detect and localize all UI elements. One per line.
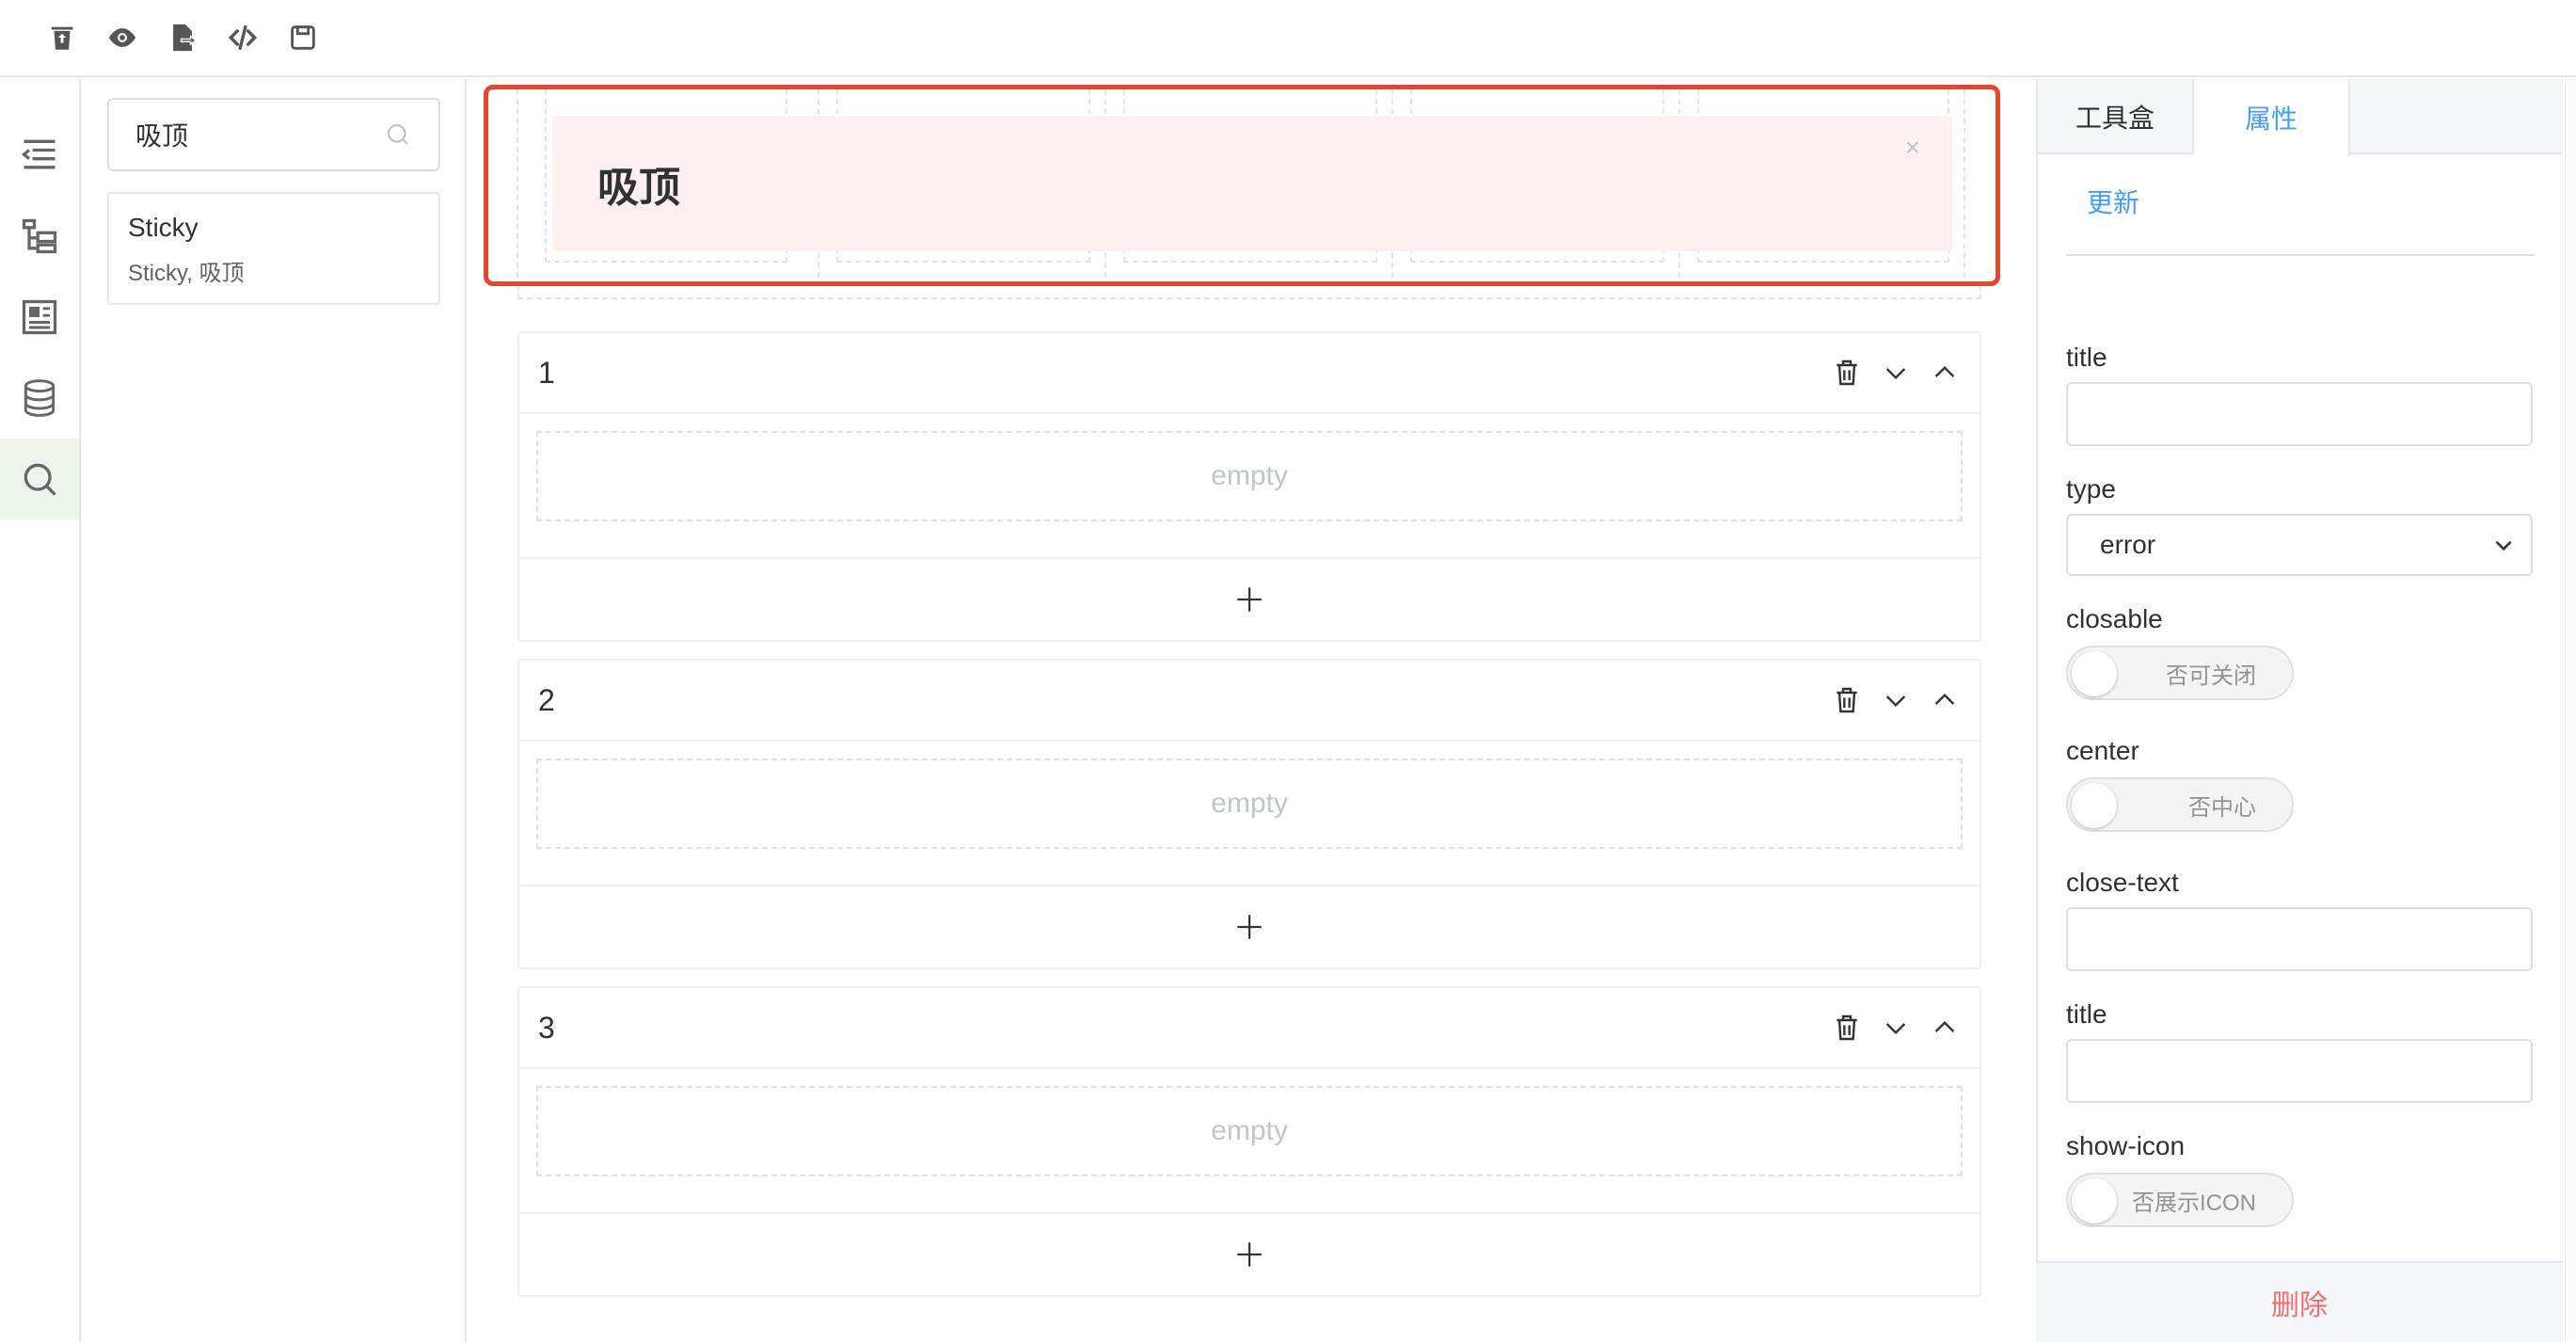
chevron-down-icon[interactable] [1880, 684, 1912, 716]
clear-icon[interactable] [45, 21, 79, 55]
field-label-close-text: close-text [2066, 868, 2179, 897]
component-title: Sticky [128, 213, 199, 242]
chevron-down-icon [2495, 540, 2512, 551]
search-value[interactable]: 吸顶 [135, 116, 188, 153]
delete-icon[interactable] [1831, 684, 1863, 716]
section-actions [1831, 357, 1961, 389]
toggle-knob [2072, 1178, 2117, 1223]
top-toolbar [0, 0, 2576, 77]
closable-toggle-text: 否可关闭 [2166, 663, 2256, 689]
code-icon[interactable] [226, 21, 260, 55]
chevron-down-icon[interactable] [1880, 1012, 1912, 1044]
section-body: empty [519, 414, 1980, 559]
section-header: 3 [519, 988, 1980, 1069]
toggle-knob [2072, 783, 2117, 828]
component-card-sticky[interactable]: Sticky Sticky, 吸顶 [107, 192, 440, 305]
search-icon [24, 463, 56, 496]
section-number: 3 [538, 1010, 555, 1045]
update-button[interactable]: 更新 [2066, 183, 2139, 220]
field-label-title: title [2066, 343, 2107, 372]
section-actions [1831, 684, 1961, 716]
empty-dropzone[interactable]: empty [536, 431, 1963, 521]
delete-icon[interactable] [1831, 357, 1863, 389]
close-icon[interactable]: × [1905, 133, 1920, 163]
field-label-title-2: title [2066, 999, 2107, 1029]
section-number: 1 [538, 355, 555, 390]
center-toggle[interactable]: 否中心 [2066, 777, 2294, 832]
design-canvas: 吸顶 × 1 empty 2 empty 3 empty [469, 79, 2034, 1342]
section-body: empty [519, 742, 1980, 887]
delete-button[interactable]: 删除 [2036, 1261, 2563, 1342]
plus-icon [1237, 587, 1262, 612]
field-label-center: center [2066, 736, 2139, 765]
outline-icon [21, 139, 56, 169]
layout-icon [22, 299, 57, 335]
add-button[interactable] [519, 559, 1980, 640]
rail-item-database[interactable] [0, 358, 79, 439]
chevron-up-icon[interactable] [1929, 1012, 1961, 1044]
panel-tabs: 工具盒 属性 [2038, 79, 2563, 156]
search-icon [387, 123, 408, 145]
export-icon[interactable] [166, 21, 199, 55]
plus-icon [1237, 915, 1262, 939]
preview-icon[interactable] [105, 21, 139, 55]
empty-dropzone[interactable]: empty [536, 1086, 1963, 1176]
empty-dropzone[interactable]: empty [536, 759, 1963, 849]
section-body: empty [519, 1069, 1980, 1214]
sticky-placeholder [517, 286, 1981, 299]
database-icon [24, 379, 56, 417]
plus-icon [1237, 1242, 1262, 1267]
rail-item-search[interactable] [0, 439, 79, 519]
chevron-up-icon[interactable] [1929, 357, 1961, 389]
field-label-show-icon: show-icon [2066, 1131, 2186, 1160]
title-input[interactable] [2066, 382, 2533, 446]
component-search-input[interactable]: 吸顶 [107, 98, 440, 171]
add-button[interactable] [519, 887, 1980, 967]
component-panel: 吸顶 Sticky Sticky, 吸顶 [83, 79, 467, 1342]
save-icon[interactable] [286, 21, 320, 55]
section-actions [1831, 1012, 1961, 1044]
tree-icon [22, 218, 57, 254]
properties-panel: 工具盒 属性 更新 title type error closable 否可关闭… [2036, 79, 2563, 1342]
rail-item-outline[interactable] [0, 115, 79, 196]
chevron-up-icon[interactable] [1929, 684, 1961, 716]
alert-title: 吸顶 [597, 165, 680, 211]
section-3: 3 empty [517, 986, 1981, 1297]
grid-line [1964, 89, 1965, 281]
section-2: 2 empty [517, 659, 1981, 969]
left-rail [0, 79, 81, 1342]
chevron-down-icon[interactable] [1880, 357, 1912, 389]
section-1: 1 empty [517, 331, 1981, 642]
tab-properties[interactable]: 属性 [2194, 79, 2350, 156]
grid-line [517, 89, 518, 281]
rail-item-tree[interactable] [0, 196, 79, 277]
add-button[interactable] [519, 1214, 1980, 1295]
properties-form: 更新 title type error closable 否可关闭 center… [2038, 154, 2563, 1255]
field-label-closable: closable [2066, 604, 2163, 633]
show-icon-toggle-text: 否展示ICON [2132, 1190, 2256, 1216]
type-select-value: error [2100, 530, 2156, 559]
closable-toggle[interactable]: 否可关闭 [2066, 646, 2294, 700]
sticky-alert: 吸顶 × [552, 116, 1952, 251]
toggle-knob [2072, 651, 2117, 696]
section-header: 1 [519, 333, 1980, 414]
show-icon-toggle[interactable]: 否展示ICON [2066, 1173, 2294, 1227]
component-subtitle: Sticky, 吸顶 [128, 261, 245, 286]
delete-icon[interactable] [1831, 1012, 1863, 1044]
field-label-type: type [2066, 474, 2116, 503]
type-select[interactable]: error [2066, 514, 2533, 576]
title-input-2[interactable] [2066, 1039, 2533, 1103]
rail-item-layout[interactable] [0, 277, 79, 358]
close-text-input[interactable] [2066, 907, 2533, 971]
sticky-component-selected[interactable]: 吸顶 × [484, 85, 2000, 286]
scrollbar[interactable] [2565, 79, 2576, 1342]
section-number: 2 [538, 682, 555, 717]
section-header: 2 [519, 661, 1980, 742]
divider [2066, 254, 2535, 256]
tab-toolbox[interactable]: 工具盒 [2038, 79, 2194, 154]
center-toggle-text: 否中心 [2188, 794, 2256, 821]
